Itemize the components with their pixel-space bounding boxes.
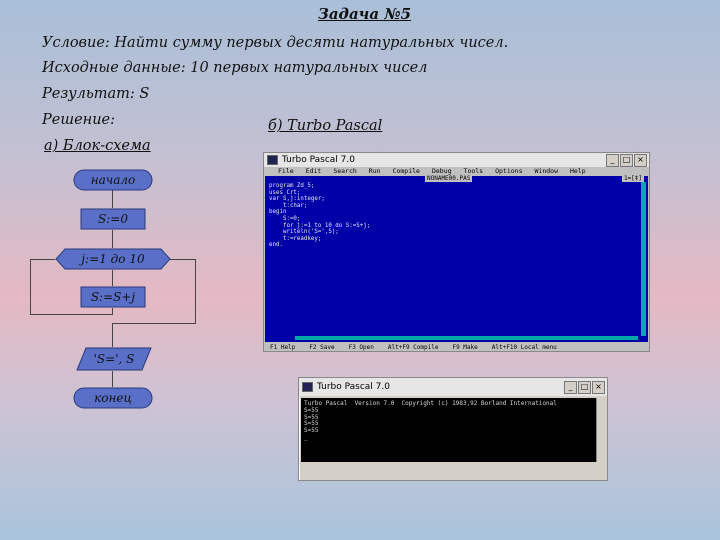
part-a-label: а) Блок-схема <box>44 138 151 154</box>
flow-connector <box>170 259 195 260</box>
console-titlebar[interactable]: Turbo Pascal 7.0 _ □ × <box>299 378 607 396</box>
menu-edit[interactable]: Edit <box>306 167 322 175</box>
pascal-app-icon <box>267 155 278 165</box>
status-local-menu[interactable]: Alt+F10 Local menu <box>492 344 557 351</box>
console-scrollbar[interactable] <box>596 398 605 462</box>
init-label: S:=0 <box>98 212 128 226</box>
result-text: Результат: S <box>42 86 150 102</box>
loop-label: j:=1 до 10 <box>81 252 145 266</box>
status-compile[interactable]: Alt+F9 Compile <box>388 344 439 351</box>
source-code[interactable]: program Zd_5; uses Crt; var S,j:integer;… <box>269 183 370 249</box>
menu-debug[interactable]: Debug <box>432 167 452 175</box>
input-data-text: Исходные данные: 10 первых натуральных ч… <box>42 60 428 76</box>
pascal-app-icon <box>302 382 313 392</box>
flow-connector <box>112 190 113 208</box>
console-window: Turbo Pascal 7.0 _ □ × Turbo Pascal Vers… <box>298 377 608 481</box>
editor-filename: NONAME00.PAS <box>425 175 473 182</box>
condition-text: Условие: Найти сумму первых десяти натур… <box>42 35 509 51</box>
console-output: Turbo Pascal Version 7.0 Copyright (c) 1… <box>304 400 557 441</box>
close-button[interactable]: × <box>634 154 647 167</box>
minimize-button[interactable]: _ <box>564 381 577 394</box>
menu-options[interactable]: Options <box>495 167 522 175</box>
menu-compile[interactable]: Compile <box>393 167 420 175</box>
maximize-button[interactable]: □ <box>620 154 633 167</box>
close-button[interactable]: × <box>592 381 605 394</box>
code-editor[interactable]: NONAME00.PAS 1=[‡] program Zd_5; uses Cr… <box>264 175 649 343</box>
solution-text: Решение: <box>42 112 116 128</box>
status-save[interactable]: F2 Save <box>309 344 334 351</box>
ide-window: Turbo Pascal 7.0 _ □ × File Edit Search … <box>263 152 650 352</box>
menu-search[interactable]: Search <box>333 167 356 175</box>
end-label: конец <box>94 391 132 405</box>
slide-title: Задача №5 <box>318 5 412 23</box>
menu-run[interactable]: Run <box>369 167 381 175</box>
start-label: начало <box>90 173 136 187</box>
flow-connector <box>195 259 196 323</box>
minimize-button[interactable]: _ <box>606 154 619 167</box>
menu-tools[interactable]: Tools <box>464 167 484 175</box>
ide-statusbar: F1 Help F2 Save F3 Open Alt+F9 Compile F… <box>264 343 649 351</box>
menu-help[interactable]: Help <box>570 167 586 175</box>
part-b-label: б) Turbo Pascal <box>268 118 383 134</box>
console-title: Turbo Pascal 7.0 <box>317 382 390 392</box>
flow-connector <box>30 259 31 315</box>
flow-connector <box>30 259 55 260</box>
status-help[interactable]: F1 Help <box>270 344 295 351</box>
maximize-button[interactable]: □ <box>578 381 591 394</box>
flow-connector <box>112 270 113 286</box>
status-open[interactable]: F3 Open <box>349 344 374 351</box>
menu-window[interactable]: Window <box>535 167 558 175</box>
console-output-area[interactable]: Turbo Pascal Version 7.0 Copyright (c) 1… <box>301 398 605 462</box>
flow-connector <box>112 323 113 347</box>
flow-connector <box>112 371 113 387</box>
flow-connector <box>112 230 113 248</box>
ide-title: Turbo Pascal 7.0 <box>282 155 355 165</box>
menu-file[interactable]: File <box>278 167 294 175</box>
output-label: 'S=', S <box>93 352 135 366</box>
ide-titlebar[interactable]: Turbo Pascal 7.0 _ □ × <box>264 153 649 167</box>
status-make[interactable]: F9 Make <box>452 344 477 351</box>
horizontal-scrollbar[interactable] <box>295 336 638 340</box>
vertical-scrollbar[interactable] <box>641 182 646 336</box>
body-label: S:=S+j <box>90 290 136 304</box>
flow-connector <box>112 323 196 324</box>
ide-menubar: File Edit Search Run Compile Debug Tools… <box>264 167 649 175</box>
editor-window-number: 1=[‡] <box>621 175 644 182</box>
flow-connector <box>30 314 113 315</box>
